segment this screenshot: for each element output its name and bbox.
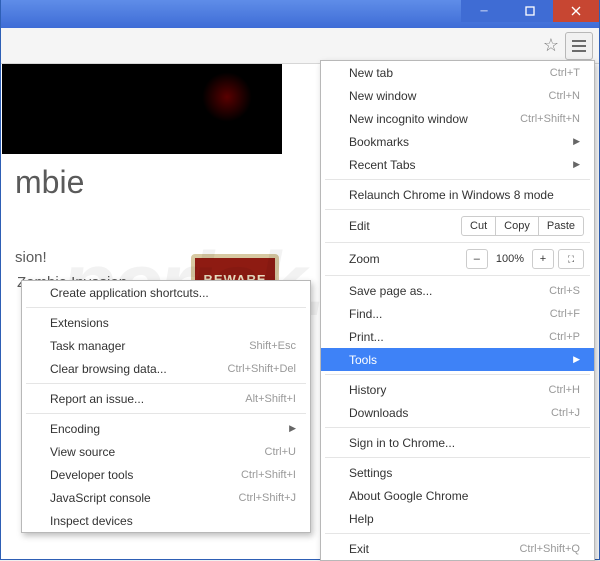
menu-separator bbox=[325, 179, 590, 180]
zoom-out-button[interactable]: – bbox=[466, 249, 488, 269]
menu-separator bbox=[26, 413, 306, 414]
menu-zoom-row: Zoom – 100% + ⛶ bbox=[321, 246, 594, 272]
menu-separator bbox=[325, 209, 590, 210]
menu-separator bbox=[325, 457, 590, 458]
menu-separator bbox=[325, 533, 590, 534]
submenu-js-console[interactable]: JavaScript consoleCtrl+Shift+J bbox=[22, 486, 310, 509]
menu-relaunch-win8[interactable]: Relaunch Chrome in Windows 8 mode bbox=[321, 183, 594, 206]
menu-downloads[interactable]: DownloadsCtrl+J bbox=[321, 401, 594, 424]
chevron-right-icon: ▶ bbox=[289, 423, 296, 434]
menu-separator bbox=[325, 275, 590, 276]
submenu-report-issue[interactable]: Report an issue...Alt+Shift+I bbox=[22, 387, 310, 410]
browser-toolbar: ☆ bbox=[1, 28, 599, 64]
minimize-button[interactable]: ─ bbox=[461, 0, 507, 22]
chrome-window: ─ ☆ mbie sion! Zombie Invasion BEWARE pc… bbox=[0, 0, 600, 560]
chevron-right-icon: ▶ bbox=[573, 159, 580, 170]
menu-tools[interactable]: Tools▶ bbox=[321, 348, 594, 371]
menu-signin[interactable]: Sign in to Chrome... bbox=[321, 431, 594, 454]
menu-separator bbox=[325, 427, 590, 428]
menu-edit-row: Edit Cut Copy Paste bbox=[321, 213, 594, 239]
menu-new-window[interactable]: New windowCtrl+N bbox=[321, 84, 594, 107]
submenu-task-manager[interactable]: Task managerShift+Esc bbox=[22, 334, 310, 357]
submenu-inspect-devices[interactable]: Inspect devices bbox=[22, 509, 310, 532]
menu-zoom-label: Zoom bbox=[349, 252, 380, 266]
edit-button-group: Cut Copy Paste bbox=[461, 216, 584, 236]
menu-bookmarks[interactable]: Bookmarks▶ bbox=[321, 130, 594, 153]
menu-history[interactable]: HistoryCtrl+H bbox=[321, 378, 594, 401]
tools-submenu: Create application shortcuts... Extensio… bbox=[21, 280, 311, 533]
menu-edit-label: Edit bbox=[349, 219, 370, 233]
menu-save-page[interactable]: Save page as...Ctrl+S bbox=[321, 279, 594, 302]
chevron-right-icon: ▶ bbox=[573, 354, 580, 365]
fullscreen-button[interactable]: ⛶ bbox=[558, 249, 584, 269]
zoom-value: 100% bbox=[492, 253, 528, 265]
menu-recent-tabs[interactable]: Recent Tabs▶ bbox=[321, 153, 594, 176]
chrome-menu-button[interactable] bbox=[565, 32, 593, 60]
paste-button[interactable]: Paste bbox=[538, 217, 583, 235]
menu-separator bbox=[325, 242, 590, 243]
menu-settings[interactable]: Settings bbox=[321, 461, 594, 484]
menu-separator bbox=[26, 307, 306, 308]
chevron-right-icon: ▶ bbox=[573, 136, 580, 147]
copy-button[interactable]: Copy bbox=[495, 217, 538, 235]
submenu-encoding[interactable]: Encoding▶ bbox=[22, 417, 310, 440]
bookmark-star-icon[interactable]: ☆ bbox=[543, 35, 559, 56]
cut-button[interactable]: Cut bbox=[462, 217, 495, 235]
submenu-extensions[interactable]: Extensions bbox=[22, 311, 310, 334]
menu-find[interactable]: Find...Ctrl+F bbox=[321, 302, 594, 325]
menu-exit[interactable]: ExitCtrl+Shift+Q bbox=[321, 537, 594, 560]
submenu-create-shortcuts[interactable]: Create application shortcuts... bbox=[22, 281, 310, 304]
menu-help[interactable]: Help bbox=[321, 507, 594, 530]
page-text-1: sion! bbox=[15, 249, 47, 266]
page-title: mbie bbox=[15, 164, 84, 201]
menu-separator bbox=[26, 383, 306, 384]
close-button[interactable] bbox=[553, 0, 599, 22]
menu-new-tab[interactable]: New tabCtrl+T bbox=[321, 61, 594, 84]
menu-print[interactable]: Print...Ctrl+P bbox=[321, 325, 594, 348]
page-banner bbox=[2, 64, 282, 154]
submenu-dev-tools[interactable]: Developer toolsCtrl+Shift+I bbox=[22, 463, 310, 486]
menu-separator bbox=[325, 374, 590, 375]
zoom-in-button[interactable]: + bbox=[532, 249, 554, 269]
submenu-view-source[interactable]: View sourceCtrl+U bbox=[22, 440, 310, 463]
submenu-clear-data[interactable]: Clear browsing data...Ctrl+Shift+Del bbox=[22, 357, 310, 380]
chrome-main-menu: New tabCtrl+T New windowCtrl+N New incog… bbox=[320, 60, 595, 561]
menu-incognito[interactable]: New incognito windowCtrl+Shift+N bbox=[321, 107, 594, 130]
maximize-button[interactable] bbox=[507, 0, 553, 22]
window-titlebar: ─ bbox=[1, 0, 599, 28]
page-heading-area: mbie bbox=[15, 164, 84, 201]
menu-about[interactable]: About Google Chrome bbox=[321, 484, 594, 507]
